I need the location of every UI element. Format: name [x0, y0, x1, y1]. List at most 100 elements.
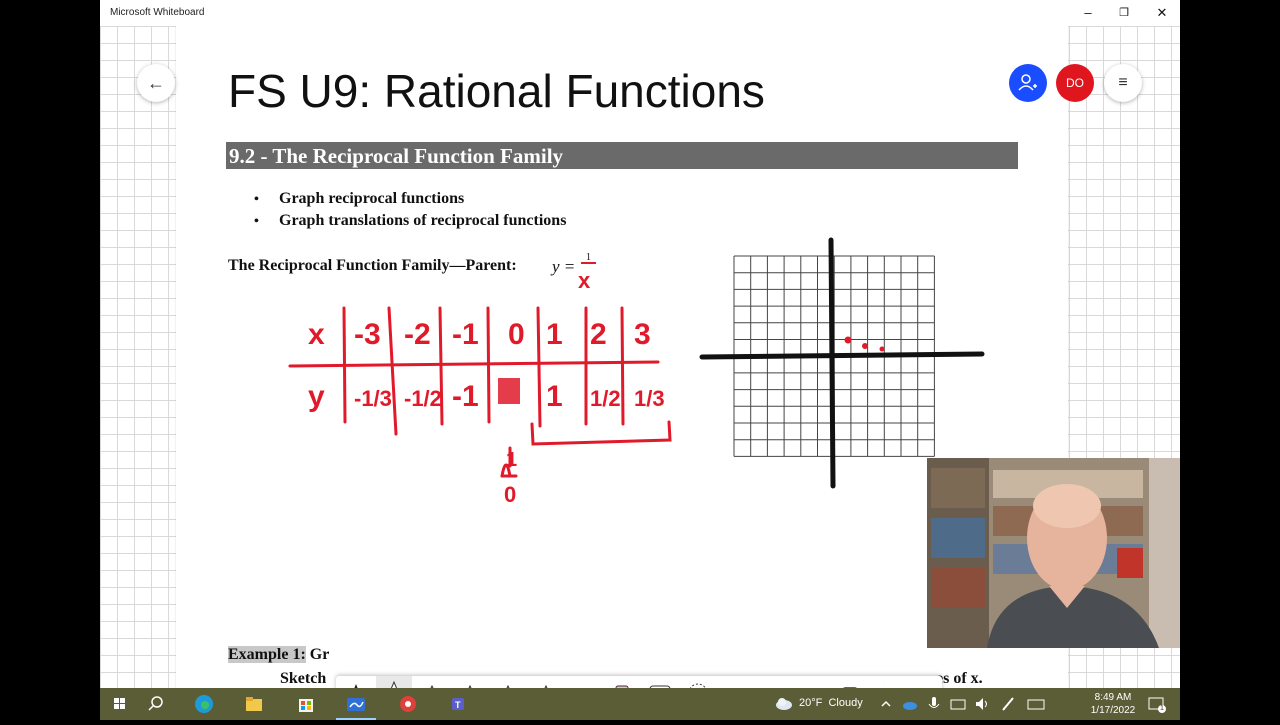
notification-count: 1	[1160, 705, 1164, 712]
ink-cell: -3	[354, 318, 381, 351]
menu-button[interactable]: ≡	[1104, 64, 1142, 102]
ruler-icon	[649, 685, 671, 688]
plotted-point	[844, 336, 852, 344]
teams-app[interactable]: T	[448, 692, 472, 716]
yellow-pen-icon	[430, 684, 434, 688]
eraser-tool[interactable]	[604, 676, 640, 688]
restore-button[interactable]: ❐	[1106, 3, 1142, 23]
rainbow-pen-icon	[468, 684, 472, 688]
keyboard-icon	[1027, 699, 1045, 710]
ruler-tool[interactable]	[642, 676, 678, 688]
close-button[interactable]: ✕	[1144, 3, 1180, 23]
edge-app[interactable]	[192, 692, 216, 716]
microphone-icon	[928, 697, 940, 708]
pen-icon	[1002, 697, 1014, 711]
ink-cell: -1/2	[404, 386, 442, 411]
clock-date: 1/17/2022	[1090, 705, 1136, 716]
x-axis	[699, 351, 985, 360]
search-button[interactable]	[144, 692, 168, 716]
network-tray[interactable]	[946, 692, 970, 716]
whiteboard-icon	[347, 698, 365, 711]
sticky-note-icon	[756, 676, 792, 688]
invite-button[interactable]	[1009, 64, 1047, 102]
sticky-note-tool[interactable]	[756, 676, 792, 688]
cloud-icon	[903, 702, 917, 710]
image-icon	[794, 676, 830, 688]
edge-browser-icon	[195, 695, 213, 713]
store-icon	[299, 699, 313, 712]
black-pen-tool[interactable]	[338, 676, 374, 688]
notification-center-button[interactable]: 1	[1144, 692, 1168, 716]
ink-cell: 1/2	[590, 386, 621, 411]
chevron-up-icon	[881, 700, 891, 707]
ink-cell: 1/3	[634, 386, 665, 411]
plotted-point	[879, 346, 885, 352]
windows-taskbar: T 20°F Cloudy 8:49 AM 1/17/2022 1	[100, 688, 1180, 720]
y-axis	[828, 237, 836, 489]
folder-icon	[246, 697, 262, 711]
store-app[interactable]	[294, 692, 318, 716]
undo-icon	[883, 687, 884, 688]
text-tool[interactable]: A	[718, 676, 754, 688]
invite-person-icon	[1018, 74, 1037, 91]
add-tool[interactable]	[832, 676, 868, 688]
onedrive-tray[interactable]	[898, 692, 922, 716]
ink-cell: -1	[452, 380, 479, 413]
clock[interactable]: 8:49 AM 1/17/2022	[1090, 691, 1136, 717]
title-bar: Microsoft Whiteboard – ❐ ✕	[100, 0, 1180, 26]
galaxy-pen-icon	[506, 684, 510, 688]
start-button[interactable]	[108, 692, 132, 716]
add-icon	[843, 687, 857, 688]
eraser-icon	[615, 685, 629, 688]
ink-cell: 2	[590, 318, 607, 351]
ink-value-row: y -1/3 -1/2 -1 1 1/2 1/3	[308, 380, 665, 413]
webcam-video	[927, 458, 1180, 648]
minimize-button[interactable]: –	[1070, 3, 1106, 23]
image-tool[interactable]	[794, 676, 830, 688]
teams-icon: T	[452, 698, 464, 710]
back-button[interactable]: ←	[137, 64, 175, 102]
cloudy-weather-icon	[776, 698, 792, 710]
rainbow-pen-tool[interactable]	[452, 676, 488, 688]
yellow-pen-tool[interactable]	[414, 676, 450, 688]
ink-header-row: x -3 -2 -1 0 1 2 3	[308, 318, 651, 351]
microphone-tray[interactable]	[922, 692, 946, 716]
ink-cell: 3	[634, 318, 651, 351]
blue-pen-tool[interactable]	[528, 676, 564, 688]
ink-cell: -1	[452, 318, 479, 351]
clock-time: 8:49 AM	[1094, 692, 1132, 703]
ink-cell: -1/3	[354, 386, 392, 411]
recorder-icon	[400, 696, 416, 712]
redo-button[interactable]	[908, 676, 944, 688]
ink-scribble	[498, 378, 520, 404]
redo-icon	[930, 687, 931, 688]
highlighter-icon	[566, 676, 602, 688]
red-pen-icon	[390, 680, 398, 688]
whiteboard-canvas[interactable]: FS U9: Rational Functions 9.2 - The Reci…	[100, 26, 1180, 688]
app-title: Microsoft Whiteboard	[110, 7, 205, 18]
weather-widget[interactable]: 20°F Cloudy	[799, 697, 863, 709]
user-avatar[interactable]: DO	[1056, 64, 1094, 102]
ink-side-denominator: 0	[504, 482, 516, 507]
blue-pen-icon	[544, 684, 548, 688]
inking-toolbar: A	[336, 676, 942, 688]
search-icon	[148, 696, 163, 711]
ink-denominator-x: x	[578, 268, 591, 293]
volume-tray[interactable]	[970, 692, 994, 716]
volume-icon	[976, 698, 987, 710]
show-hidden-icons-button[interactable]	[874, 692, 898, 716]
undo-button[interactable]	[870, 676, 906, 688]
touch-keyboard-tray[interactable]	[1024, 692, 1048, 716]
highlighter-tool[interactable]	[566, 676, 602, 688]
galaxy-pen-tool[interactable]	[490, 676, 526, 688]
windows-logo-icon	[114, 698, 125, 709]
file-explorer-app[interactable]	[242, 692, 266, 716]
ink-cell: x	[308, 318, 325, 351]
ink-cell: -2	[404, 318, 431, 351]
screen-recorder-app[interactable]	[396, 692, 420, 716]
pen-tray[interactable]	[996, 692, 1020, 716]
lasso-tool[interactable]	[680, 676, 716, 688]
whiteboard-app[interactable]	[344, 692, 368, 716]
red-pen-tool[interactable]	[376, 676, 412, 688]
whiteboard-window: Microsoft Whiteboard – ❐ ✕ FS U9: Ration…	[100, 0, 1180, 688]
